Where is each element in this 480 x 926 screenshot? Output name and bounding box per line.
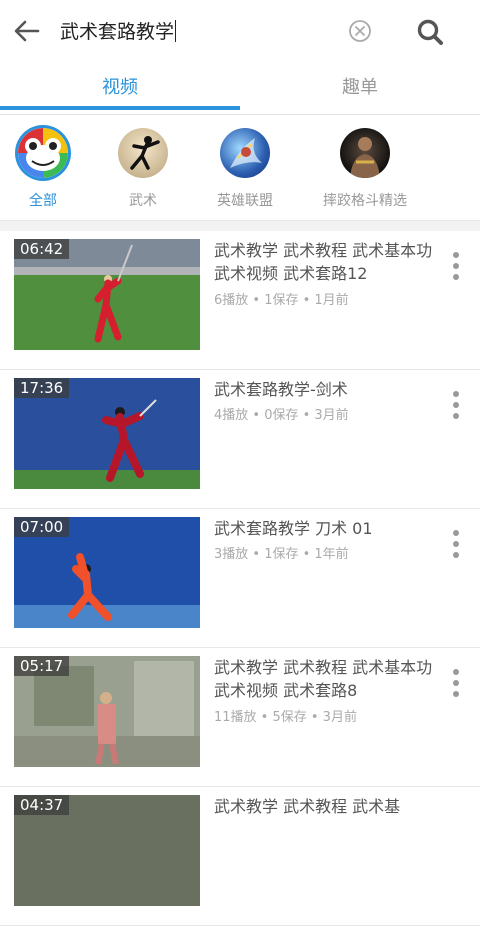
text-cursor — [175, 20, 177, 42]
category-label: 摔跤格斗精选 — [323, 193, 407, 209]
clear-search-button[interactable] — [346, 17, 374, 45]
search-query-text: 武术套路教学 — [60, 21, 175, 43]
video-meta: 11播放 • 5保存 • 3月前 — [214, 710, 357, 725]
category-all[interactable]: 全部 — [0, 128, 98, 218]
active-tab-indicator — [0, 106, 240, 110]
video-title[interactable]: 武术套路教学-剑术 — [214, 378, 436, 401]
category-martial-arts[interactable]: 武术 — [88, 128, 198, 218]
arrow-left-icon — [14, 20, 40, 42]
video-item[interactable]: 06:42 武术教学 武术教程 武术基本功 武术视频 武术套路12 6播放 • … — [0, 231, 480, 370]
video-list: 06:42 武术教学 武术教程 武术基本功 武术视频 武术套路12 6播放 • … — [0, 231, 480, 926]
video-title[interactable]: 武术教学 武术教程 武术基 — [214, 795, 436, 818]
video-meta: 3播放 • 1保存 • 1年前 — [214, 547, 349, 562]
more-vertical-icon-dot — [453, 401, 459, 408]
more-options-button[interactable] — [444, 249, 468, 283]
more-vertical-icon-dot — [453, 274, 459, 281]
more-vertical-icon-dot — [453, 679, 459, 686]
martial-arts-icon — [118, 128, 168, 178]
video-thumbnail[interactable]: 06:42 — [14, 239, 200, 350]
video-thumbnail[interactable]: 05:17 — [14, 656, 200, 767]
search-input[interactable]: 武术套路教学 — [60, 14, 330, 50]
more-vertical-icon-dot — [453, 540, 459, 547]
video-duration: 17:36 — [14, 378, 70, 398]
video-item[interactable]: 07:00 武术套路教学 刀术 01 3播放 • 1保存 • 1年前 — [0, 509, 480, 648]
wrestling-icon — [340, 128, 390, 178]
video-item[interactable]: 04:37 武术教学 武术教程 武术基 — [0, 787, 480, 926]
search-bar: 武术套路教学 — [0, 0, 480, 62]
tab-playlists[interactable]: 趣单 — [240, 62, 480, 110]
clear-circle-icon — [349, 20, 371, 42]
video-title[interactable]: 武术套路教学 刀术 01 — [214, 517, 436, 540]
video-thumbnail[interactable]: 07:00 — [14, 517, 200, 628]
video-meta: 6播放 • 1保存 • 1月前 — [214, 293, 349, 308]
video-item[interactable]: 05:17 武术教学 武术教程 武术基本功 武术视频 武术套路8 11播放 • … — [0, 648, 480, 787]
frog-logo-icon — [18, 128, 68, 178]
search-button[interactable] — [412, 14, 448, 50]
more-vertical-icon-dot — [453, 262, 459, 269]
more-options-button[interactable] — [444, 388, 468, 422]
content-tabs: 视频 趣单 — [0, 62, 480, 115]
category-wrestling[interactable]: 摔跤格斗精选 — [310, 128, 420, 218]
video-thumbnail[interactable]: 17:36 — [14, 378, 200, 489]
video-item[interactable]: 17:36 武术套路教学-剑术 4播放 • 0保存 • 3月前 — [0, 370, 480, 509]
more-vertical-icon — [453, 390, 459, 397]
video-title[interactable]: 武术教学 武术教程 武术基本功 武术视频 武术套路12 — [214, 239, 436, 285]
section-divider — [0, 221, 480, 231]
category-label: 英雄联盟 — [217, 193, 273, 209]
video-thumbnail[interactable]: 04:37 — [14, 795, 200, 906]
video-duration: 04:37 — [14, 795, 70, 815]
more-options-button[interactable] — [444, 666, 468, 700]
video-duration: 07:00 — [14, 517, 70, 537]
more-vertical-icon — [453, 529, 459, 536]
video-duration: 05:17 — [14, 656, 70, 676]
more-vertical-icon-dot — [453, 552, 459, 559]
category-filter-row: 全部 武术 英雄联盟 摔跤格斗精选 — [0, 116, 480, 221]
video-duration: 06:42 — [14, 239, 70, 259]
video-meta: 4播放 • 0保存 • 3月前 — [214, 408, 349, 423]
category-label: 全部 — [29, 193, 57, 209]
category-league-of-legends[interactable]: 英雄联盟 — [190, 128, 300, 218]
more-vertical-icon — [453, 251, 459, 258]
more-vertical-icon-dot — [453, 413, 459, 420]
tab-videos[interactable]: 视频 — [0, 62, 240, 110]
video-title[interactable]: 武术教学 武术教程 武术基本功 武术视频 武术套路8 — [214, 656, 436, 702]
search-icon — [417, 19, 443, 45]
category-label: 武术 — [129, 193, 157, 209]
more-vertical-icon — [453, 668, 459, 675]
more-options-button[interactable] — [444, 527, 468, 561]
more-vertical-icon-dot — [453, 691, 459, 698]
back-button[interactable] — [10, 14, 44, 48]
league-of-legends-icon — [220, 128, 270, 178]
